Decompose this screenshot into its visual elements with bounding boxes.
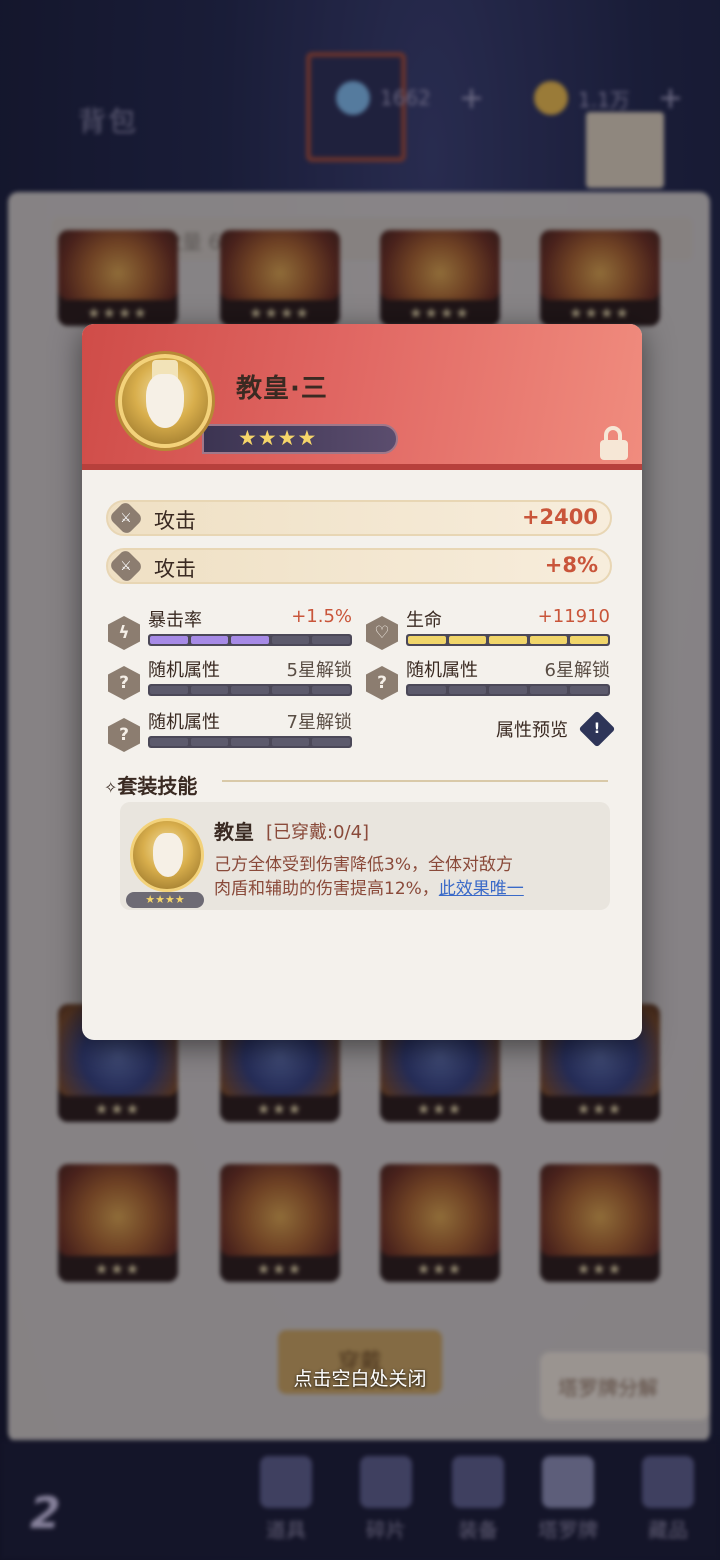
- question-icon: ?: [366, 666, 398, 700]
- sub-stat-random-5: ? 随机属性 5星解锁: [108, 656, 352, 712]
- lock-button[interactable]: [594, 424, 634, 460]
- sub-stat-hp: ♡ 生命 +11910: [366, 606, 610, 662]
- main-stat-attack: ⚔ 攻击 +2400: [106, 500, 612, 536]
- stat-label: 攻击: [154, 557, 196, 581]
- stat-progress-bar: [148, 634, 352, 646]
- stat-value: +8%: [544, 553, 598, 577]
- close-hint[interactable]: 点击空白处关闭: [0, 1364, 720, 1391]
- sparkle-icon: ✧: [104, 778, 118, 797]
- question-icon: ?: [108, 718, 140, 752]
- stat-progress-bar: [148, 736, 352, 748]
- divider: [222, 780, 608, 782]
- stat-progress-bar: [148, 684, 352, 696]
- set-star-rating: ★★★★: [126, 892, 204, 908]
- sword-icon: ⚔: [108, 548, 144, 584]
- star-rating: ★★★★: [202, 424, 398, 454]
- info-diamond-icon[interactable]: !: [578, 710, 616, 748]
- set-skill-box: ★★★★ 教皇 [已穿戴:0/4] 己方全体受到伤害降低3%，全体对敌方 肉盾和…: [120, 802, 610, 910]
- attribute-preview-button[interactable]: 属性预览: [496, 716, 568, 742]
- sub-stat-random-7: ? 随机属性 7星解锁: [108, 708, 352, 764]
- set-description-line1: 己方全体受到伤害降低3%，全体对敌方: [214, 855, 513, 875]
- set-description-line2: 肉盾和辅助的伤害提高12%，此效果唯一: [214, 879, 524, 899]
- stat-progress-bar: [406, 684, 610, 696]
- card-name: 教皇·三: [236, 374, 328, 404]
- stat-value: +2400: [521, 505, 598, 529]
- lightning-icon: ϟ: [108, 616, 140, 650]
- card-header: ★★★★ 教皇·三: [82, 324, 642, 470]
- tarot-detail-card: ★★★★ 教皇·三 ⚔ 攻击 +2400 ⚔ 攻击 +8% ϟ 暴击率 +1.5…: [82, 324, 642, 1040]
- set-worn-count: [已穿戴:0/4]: [266, 822, 370, 843]
- set-skill-title: ✧套装技能: [104, 774, 198, 798]
- set-name: 教皇: [214, 820, 254, 844]
- sub-stat-random-6: ? 随机属性 6星解锁: [366, 656, 610, 712]
- stat-label: 攻击: [154, 509, 196, 533]
- pope-portrait-icon: [118, 354, 212, 448]
- heart-icon: ♡: [366, 616, 398, 650]
- sub-stat-crit: ϟ 暴击率 +1.5%: [108, 606, 352, 662]
- sword-icon: ⚔: [108, 500, 144, 536]
- main-stat-attack-percent: ⚔ 攻击 +8%: [106, 548, 612, 584]
- question-icon: ?: [108, 666, 140, 700]
- pope-portrait-icon: [130, 818, 204, 892]
- unique-effect-link[interactable]: 此效果唯一: [439, 879, 524, 899]
- stat-progress-bar: [406, 634, 610, 646]
